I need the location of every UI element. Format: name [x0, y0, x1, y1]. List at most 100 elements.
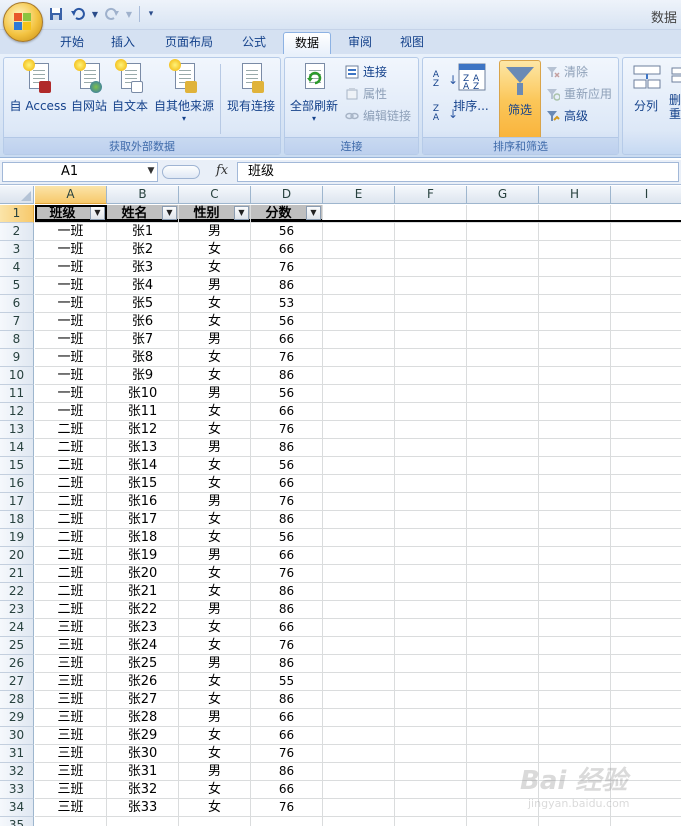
table-cell[interactable]: 张5 — [107, 295, 178, 312]
table-cell[interactable]: 76 — [251, 799, 322, 816]
filter-dropdown-icon[interactable]: ▼ — [306, 206, 321, 220]
table-cell[interactable]: 三班 — [35, 727, 106, 744]
table-cell[interactable]: 女 — [179, 619, 250, 636]
formula-bar-handle[interactable] — [162, 165, 200, 179]
table-cell[interactable]: 女 — [179, 781, 250, 798]
table-cell[interactable]: 86 — [251, 691, 322, 708]
remove-duplicates-button[interactable]: 删 重 — [669, 61, 681, 135]
table-cell[interactable]: 张28 — [107, 709, 178, 726]
table-cell[interactable]: 一班 — [35, 349, 106, 366]
table-cell[interactable]: 张8 — [107, 349, 178, 366]
reapply-button[interactable]: 重新应用 — [545, 84, 612, 104]
table-cell[interactable]: 女 — [179, 313, 250, 330]
table-cell[interactable]: 张15 — [107, 475, 178, 492]
row-header-19[interactable]: 19 — [0, 529, 34, 547]
properties-button[interactable]: 属性 — [344, 84, 387, 104]
row-header-7[interactable]: 7 — [0, 313, 34, 331]
undo-dropdown-icon[interactable]: ▼ — [91, 5, 99, 23]
table-cell[interactable]: 55 — [251, 673, 322, 690]
table-cell[interactable]: 张27 — [107, 691, 178, 708]
header-cell[interactable]: 姓名 ▼ — [107, 205, 178, 222]
table-cell[interactable]: 张20 — [107, 565, 178, 582]
worksheet-grid[interactable]: A B C D E F G H I 1 2 3 4 5 6 7 8 9 10 11 12 13 14 15 16 17 18 19 20… — [0, 186, 681, 826]
row-header-2[interactable]: 2 — [0, 223, 34, 241]
row-header-34[interactable]: 34 — [0, 799, 34, 817]
table-cell[interactable]: 张6 — [107, 313, 178, 330]
table-cell[interactable]: 女 — [179, 583, 250, 600]
tab-home[interactable]: 开始 — [50, 32, 94, 54]
row-header-29[interactable]: 29 — [0, 709, 34, 727]
row-header-23[interactable]: 23 — [0, 601, 34, 619]
table-cell[interactable]: 三班 — [35, 763, 106, 780]
table-cell[interactable]: 三班 — [35, 691, 106, 708]
table-cell[interactable]: 三班 — [35, 781, 106, 798]
from-text-button[interactable]: 自文本 — [110, 59, 150, 135]
row-header-21[interactable]: 21 — [0, 565, 34, 583]
table-cell[interactable]: 56 — [251, 223, 322, 240]
row-header-16[interactable]: 16 — [0, 475, 34, 493]
table-cell[interactable]: 女 — [179, 295, 250, 312]
table-cell[interactable]: 张30 — [107, 745, 178, 762]
office-button[interactable] — [3, 2, 43, 42]
chevron-down-icon[interactable]: ▼ — [144, 162, 158, 182]
table-cell[interactable]: 张13 — [107, 439, 178, 456]
table-cell[interactable]: 张2 — [107, 241, 178, 258]
table-cell[interactable]: 女 — [179, 403, 250, 420]
table-cell[interactable]: 一班 — [35, 403, 106, 420]
table-cell[interactable]: 86 — [251, 367, 322, 384]
row-header-27[interactable]: 27 — [0, 673, 34, 691]
table-cell[interactable]: 76 — [251, 421, 322, 438]
table-cell[interactable]: 男 — [179, 331, 250, 348]
table-cell[interactable]: 张16 — [107, 493, 178, 510]
undo-icon[interactable] — [69, 5, 87, 23]
filter-dropdown-icon[interactable]: ▼ — [90, 206, 105, 220]
row-header-17[interactable]: 17 — [0, 493, 34, 511]
table-cell[interactable]: 女 — [179, 799, 250, 816]
row-header-22[interactable]: 22 — [0, 583, 34, 601]
table-cell[interactable]: 女 — [179, 511, 250, 528]
table-cell[interactable]: 三班 — [35, 799, 106, 816]
name-box[interactable]: A1 — [2, 162, 158, 182]
table-cell[interactable]: 86 — [251, 583, 322, 600]
row-header-28[interactable]: 28 — [0, 691, 34, 709]
row-header-6[interactable]: 6 — [0, 295, 34, 313]
table-cell[interactable]: 三班 — [35, 637, 106, 654]
select-all-corner[interactable] — [0, 186, 34, 204]
table-cell[interactable]: 张25 — [107, 655, 178, 672]
from-other-sources-button[interactable]: 自其他来源 ▾ — [152, 59, 216, 135]
table-cell[interactable]: 二班 — [35, 511, 106, 528]
customize-qat-icon[interactable]: ▾ — [146, 5, 156, 23]
filter-button[interactable]: 筛选 — [499, 60, 541, 140]
column-header-a[interactable]: A — [35, 186, 107, 204]
table-cell[interactable]: 一班 — [35, 295, 106, 312]
row-header-8[interactable]: 8 — [0, 331, 34, 349]
table-cell[interactable]: 女 — [179, 637, 250, 654]
table-cell[interactable]: 张19 — [107, 547, 178, 564]
table-cell[interactable]: 86 — [251, 655, 322, 672]
table-cell[interactable]: 76 — [251, 745, 322, 762]
table-cell[interactable]: 男 — [179, 655, 250, 672]
table-cell[interactable]: 男 — [179, 277, 250, 294]
filter-dropdown-icon[interactable]: ▼ — [162, 206, 177, 220]
table-cell[interactable]: 二班 — [35, 529, 106, 546]
table-cell[interactable]: 张31 — [107, 763, 178, 780]
table-cell[interactable]: 女 — [179, 475, 250, 492]
table-cell[interactable]: 三班 — [35, 745, 106, 762]
row-header-13[interactable]: 13 — [0, 421, 34, 439]
table-cell[interactable]: 66 — [251, 727, 322, 744]
table-cell[interactable]: 张12 — [107, 421, 178, 438]
column-header-c[interactable]: C — [179, 186, 251, 204]
save-icon[interactable] — [47, 5, 65, 23]
table-cell[interactable]: 76 — [251, 565, 322, 582]
table-cell[interactable]: 66 — [251, 547, 322, 564]
redo-dropdown-icon[interactable]: ▼ — [125, 5, 133, 23]
sort-button[interactable]: ZAAZ 排序... — [451, 61, 491, 135]
table-cell[interactable]: 张14 — [107, 457, 178, 474]
table-cell[interactable]: 66 — [251, 619, 322, 636]
table-cell[interactable]: 二班 — [35, 421, 106, 438]
table-cell[interactable]: 66 — [251, 709, 322, 726]
column-header-e[interactable]: E — [323, 186, 395, 204]
table-cell[interactable]: 男 — [179, 763, 250, 780]
table-cell[interactable]: 三班 — [35, 673, 106, 690]
row-header-35[interactable]: 35 — [0, 817, 34, 826]
